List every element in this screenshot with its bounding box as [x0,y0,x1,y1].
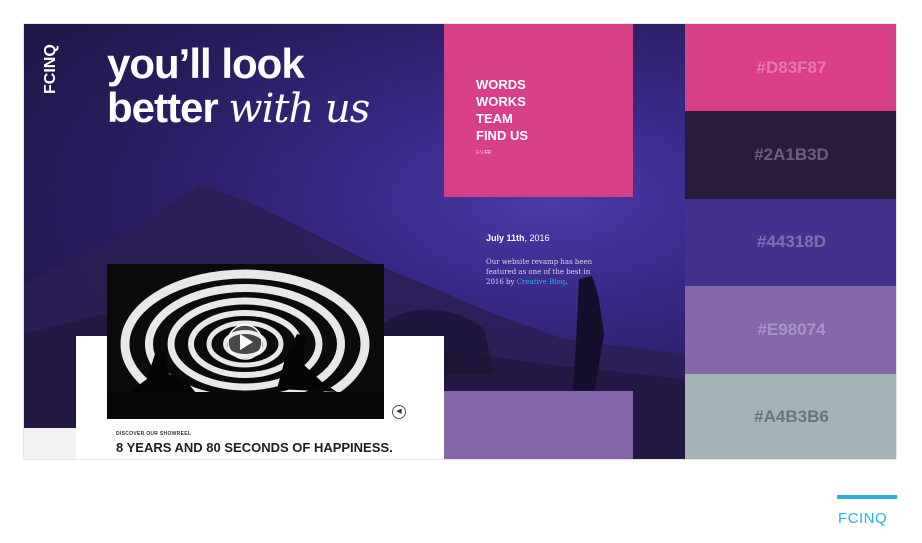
swatch-hex-label: #E98074 [757,319,826,339]
news-text: Our website revamp has been featured as … [486,257,596,287]
swatch-hex-label: #2A1B3D [754,145,829,165]
language-switcher: EN FR [476,150,491,156]
news-link[interactable]: Creative Bloq [517,278,565,286]
main-menu: WORDS WORKS TEAM FIND US [476,76,528,144]
brand-logo[interactable]: FCINQ [42,34,62,94]
menu-item-find-us[interactable]: FIND US [476,127,528,144]
news-end: . [565,278,568,286]
swatch-hex-label: #A4B3B6 [754,407,829,427]
menu-item-works[interactable]: WORKS [476,93,528,110]
news-date-year: , 2016 [524,233,550,243]
headline-line-2: better with us [107,84,370,132]
language-fr[interactable]: FR [484,150,491,156]
menu-item-words[interactable]: WORDS [476,76,528,93]
color-swatch: #D83F87 [685,24,896,112]
color-swatch: #E98074 [685,286,896,374]
footer-strip [24,428,76,459]
tunnel-graphic [107,264,384,419]
language-en[interactable]: EN [476,150,483,156]
headline-line-1: you’ll look [107,40,305,87]
source-label[interactable]: FCINQ [838,510,887,527]
color-swatch: #44318D [685,198,896,287]
swatch-hex-label: #D83F87 [756,57,827,77]
showreel-caption-small: DISCOVER OUR SHOWREEL [116,431,192,437]
source-accent-bar [837,495,897,499]
menu-item-team[interactable]: TEAM [476,110,528,127]
hero-headline: you’ll look better with us [107,40,370,132]
headline-bold-word: better [107,84,219,131]
purple-block [444,391,633,459]
headline-script-words: with us [228,86,370,132]
screenshot-frame: FCINQ you’ll look better with us WORDS W… [23,23,897,460]
showreel-video[interactable] [107,264,384,419]
menu-panel [444,24,633,197]
color-swatch: #A4B3B6 [685,373,896,459]
showreel-caption-title: 8 YEARS AND 80 SECONDS OF HAPPINESS. [116,440,393,455]
speaker-icon[interactable]: ◀ [392,405,406,419]
news-date: July 11th, 2016 [486,233,550,243]
color-swatch: #2A1B3D [685,111,896,199]
swatch-hex-label: #44318D [756,232,826,252]
news-date-bold: July 11th [486,233,525,243]
